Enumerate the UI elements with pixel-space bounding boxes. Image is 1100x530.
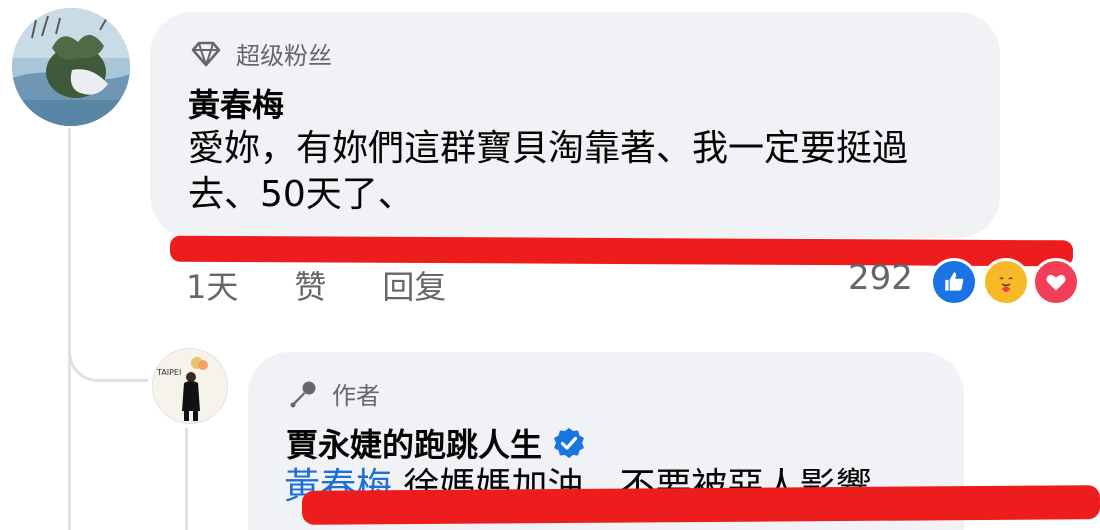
- author-avatar[interactable]: TAIPEI: [152, 348, 228, 424]
- comment-actions: 1天 赞 回复: [186, 262, 502, 308]
- verified-badge-icon: [554, 428, 585, 458]
- microphone-icon: [290, 381, 316, 407]
- super-fan-badge[interactable]: 超级粉丝: [190, 36, 332, 71]
- avatar-photo: [12, 8, 130, 126]
- comment-timestamp[interactable]: 1天: [186, 262, 238, 308]
- author-badge[interactable]: 作者: [288, 376, 380, 411]
- reply-author-name[interactable]: 賈永婕的跑跳人生: [286, 420, 586, 466]
- avatar[interactable]: [12, 8, 130, 126]
- red-marker-stroke: [301, 485, 1100, 525]
- avatar-photo: TAIPEI: [153, 349, 227, 423]
- reply-button[interactable]: 回复: [382, 262, 446, 308]
- comment-author-name[interactable]: 黃春梅: [188, 80, 284, 126]
- svg-text:TAIPEI: TAIPEI: [156, 368, 181, 377]
- comment-text: 愛妳，有妳們這群寶貝淘靠著、我一定要挺過去、50天了、: [188, 128, 909, 215]
- reply-thread-line: [185, 428, 188, 530]
- reply-connector-line: [68, 300, 148, 382]
- like-button[interactable]: 赞: [294, 262, 326, 308]
- author-name-text: 賈永婕的跑跳人生: [286, 426, 543, 464]
- care-reaction-icon: [982, 258, 1030, 306]
- badge-label: 超级粉丝: [236, 42, 332, 70]
- like-reaction-icon: [930, 258, 978, 306]
- diamond-icon: [191, 41, 221, 66]
- love-reaction-icon: [1032, 258, 1080, 306]
- badge-label: 作者: [332, 382, 380, 410]
- reaction-count[interactable]: 292: [848, 258, 913, 298]
- reactions-summary[interactable]: [930, 258, 1090, 308]
